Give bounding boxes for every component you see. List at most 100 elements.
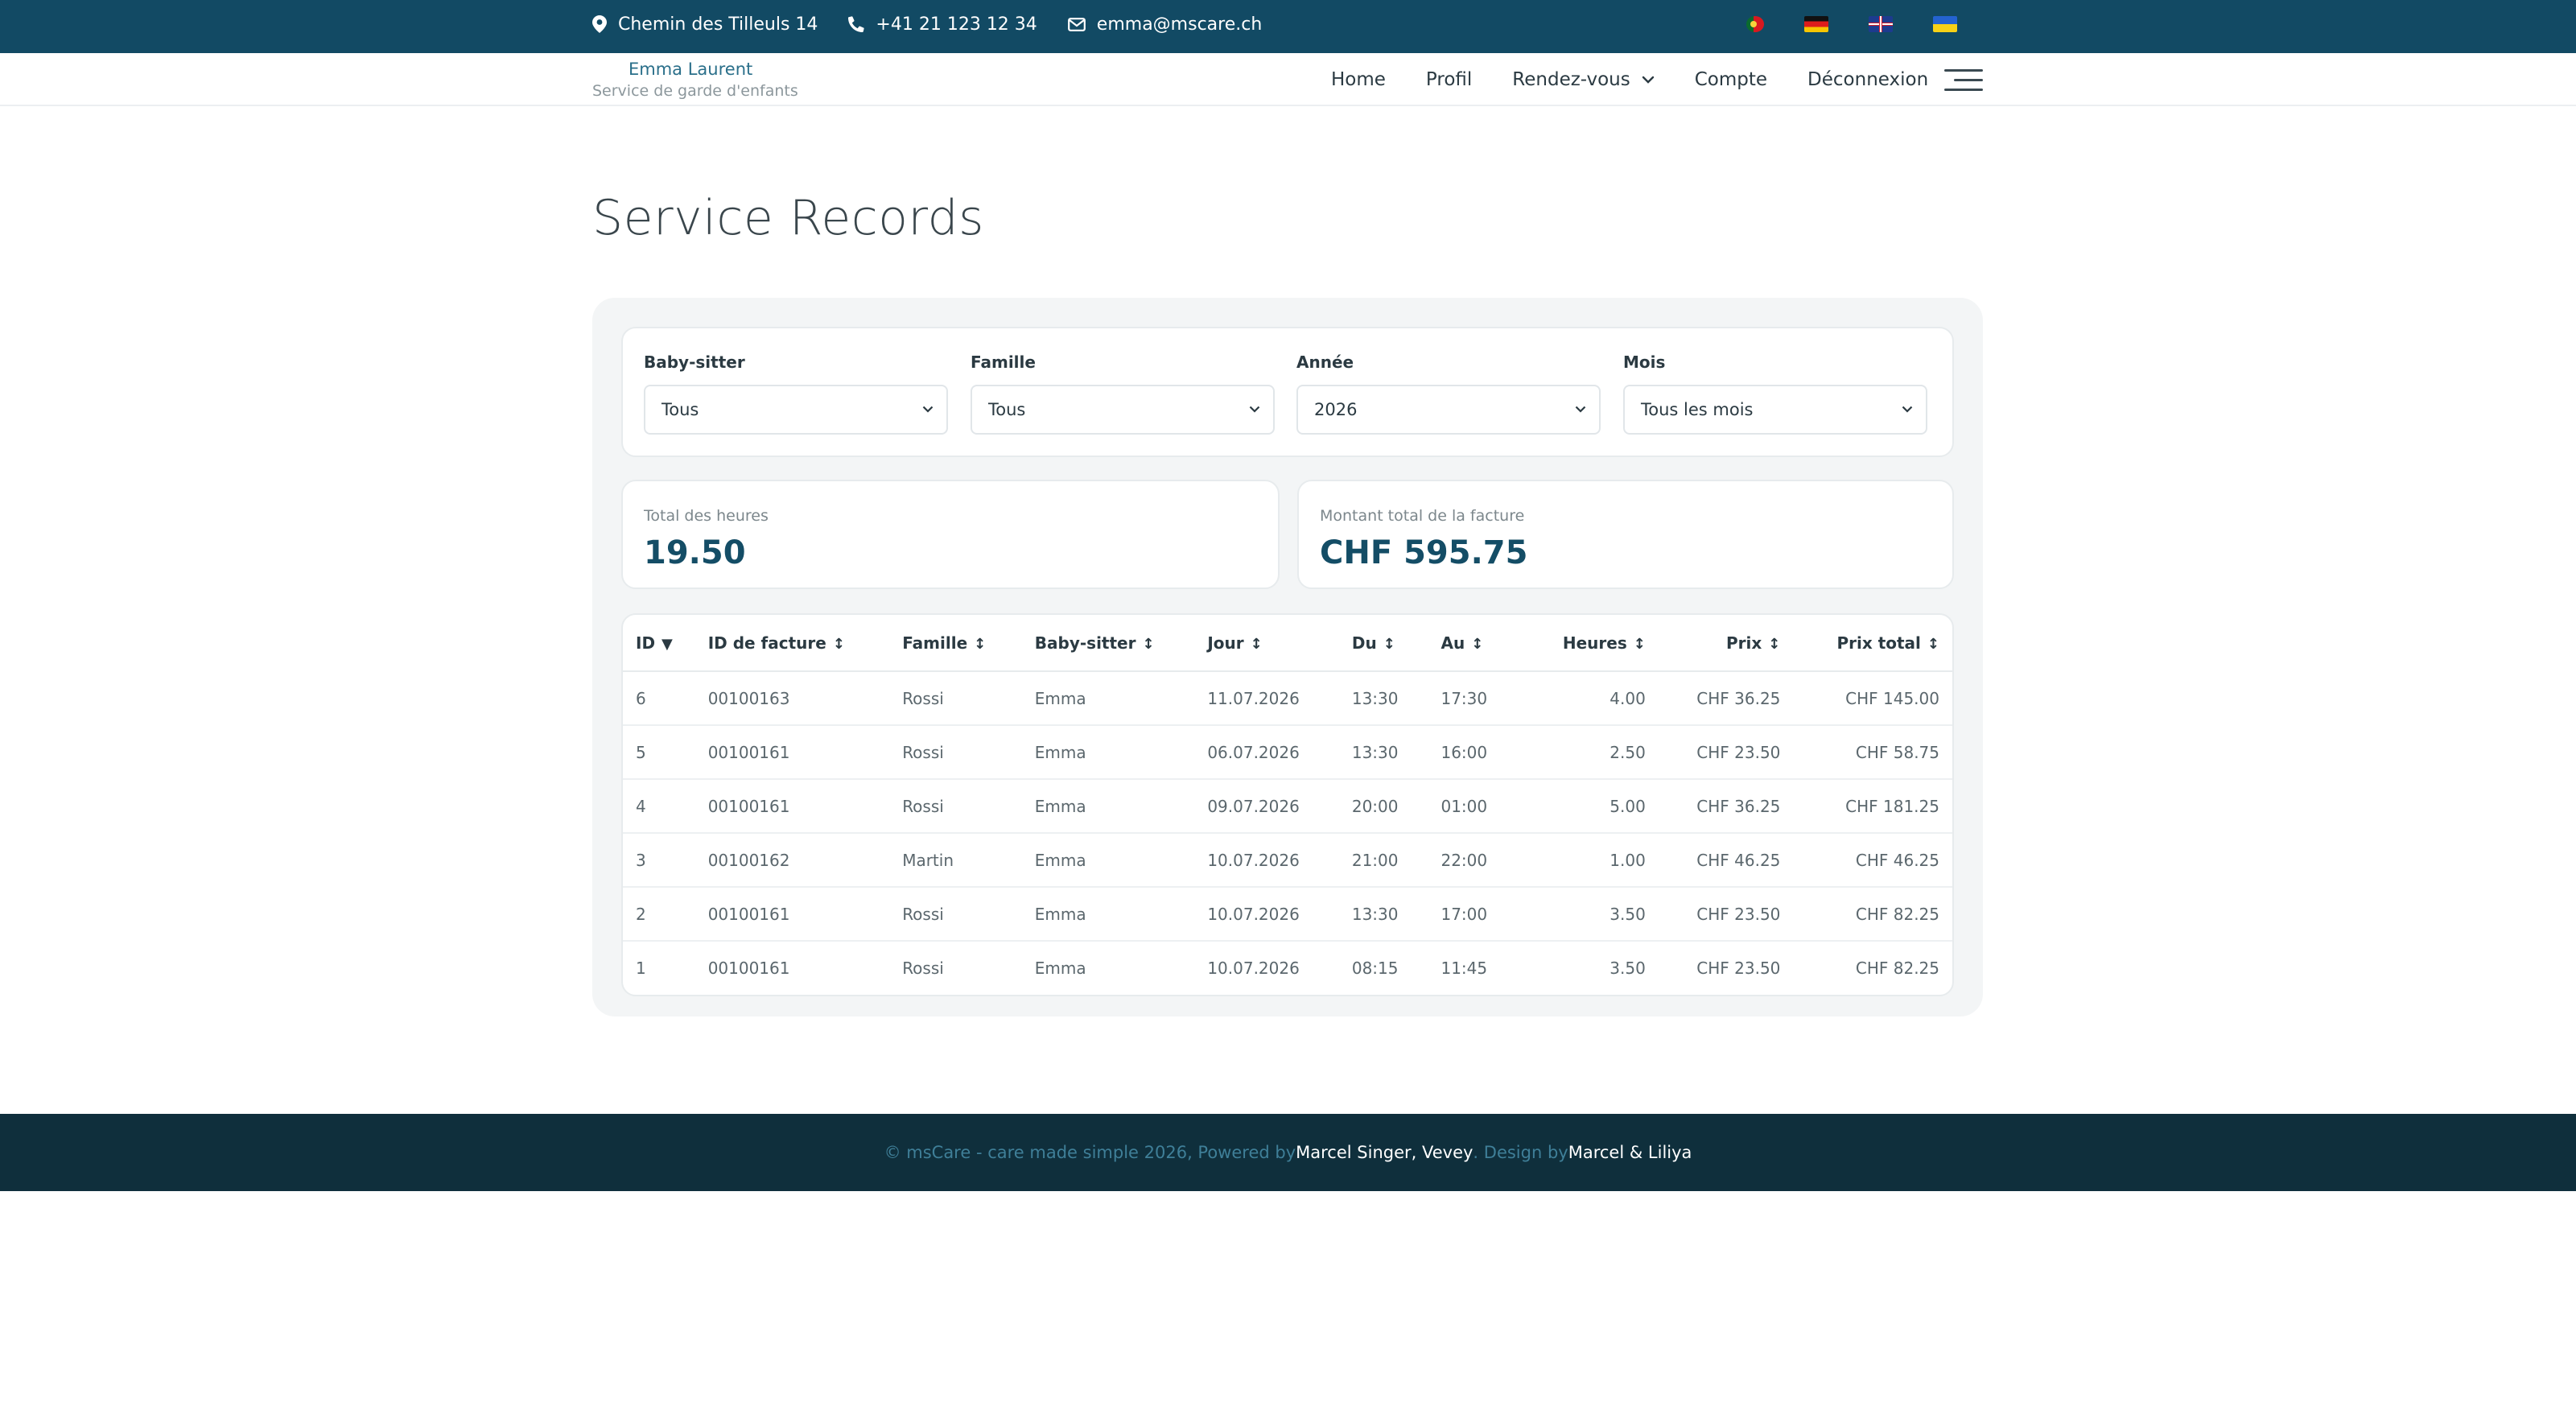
col-header-from[interactable]: Du ↕ [1352, 615, 1441, 671]
email-item[interactable]: emma@mscare.ch [1067, 14, 1262, 35]
cell-price: CHF 36.25 [1696, 688, 1781, 708]
col-header-hours[interactable]: Heures ↕ [1529, 615, 1646, 671]
brand[interactable]: Emma Laurent Service de garde d'enfants [592, 60, 798, 100]
brand-tagline: Service de garde d'enfants [592, 82, 798, 100]
cell-from: 13:30 [1351, 688, 1399, 708]
filter-month: Mois Tous les mois [1623, 353, 1927, 435]
page-title: Service Records [592, 190, 984, 246]
filter-babysitter: Baby-sitter Tous [644, 353, 948, 435]
top-bar: Chemin des Tilleuls 14 +41 21 123 12 34 … [0, 0, 2576, 53]
cell-day: 11.07.2026 [1207, 688, 1300, 708]
col-header-to[interactable]: Au ↕ [1440, 615, 1529, 671]
records-table: ID ▼ ID de facture ↕ Famille ↕ Baby-sitter ↕… [623, 615, 1952, 995]
footer-powered-by-link[interactable]: Marcel Singer, Vevey [1296, 1143, 1473, 1162]
cell-babysitter: Emma [1034, 850, 1086, 870]
col-header-day[interactable]: Jour ↕ [1207, 615, 1352, 671]
cell-from: 13:30 [1351, 904, 1399, 924]
year-select[interactable]: 2026 [1296, 385, 1601, 435]
cell-invoice: 00100161 [707, 742, 790, 762]
cell-price: CHF 23.50 [1696, 742, 1781, 762]
cell-day: 10.07.2026 [1207, 959, 1300, 978]
filter-year: Année 2026 [1296, 353, 1601, 435]
nav-appointments-label: Rendez-vous [1512, 69, 1630, 90]
table-header-row: ID ▼ ID de facture ↕ Famille ↕ Baby-sitter ↕… [623, 615, 1952, 671]
col-header-hours-label: Heures [1562, 633, 1627, 653]
footer-designer-link[interactable]: Marcel & Liliya [1568, 1143, 1692, 1162]
nav-appointments[interactable]: Rendez-vous [1512, 69, 1654, 90]
cell-id: 3 [636, 850, 646, 870]
table-row[interactable]: 3 00100162 Martin Emma 10.07.2026 21:00 … [623, 833, 1952, 887]
chevron-down-icon [922, 406, 934, 413]
phone-text[interactable]: +41 21 123 12 34 [876, 14, 1037, 35]
cell-babysitter: Emma [1034, 796, 1086, 816]
cell-family: Rossi [902, 796, 944, 816]
col-header-family[interactable]: Famille ↕ [902, 615, 1035, 671]
records-panel: Baby-sitter Tous Famille Tous Année 2026… [592, 298, 1983, 1016]
email-text[interactable]: emma@mscare.ch [1097, 14, 1262, 35]
hamburger-menu-icon[interactable] [1944, 68, 1983, 93]
table-row[interactable]: 1 00100161 Rossi Emma 10.07.2026 08:15 1… [623, 941, 1952, 995]
month-select[interactable]: Tous les mois [1623, 385, 1927, 435]
flag-ukraine-icon[interactable] [1933, 16, 1957, 32]
cell-price: CHF 23.50 [1696, 904, 1781, 924]
nav-logout[interactable]: Déconnexion [1807, 69, 1928, 90]
cell-family: Rossi [902, 904, 944, 924]
col-header-id[interactable]: ID ▼ [623, 615, 708, 671]
total-amount-label: Montant total de la facture [1320, 507, 1525, 525]
cell-invoice: 00100163 [707, 688, 790, 708]
chevron-down-icon [1249, 406, 1260, 413]
col-header-price[interactable]: Prix ↕ [1646, 615, 1781, 671]
cell-hours: 3.50 [1609, 959, 1646, 978]
table-row[interactable]: 5 00100161 Rossi Emma 06.07.2026 13:30 1… [623, 725, 1952, 779]
total-hours-card: Total des heures 19.50 [621, 480, 1280, 589]
table-row[interactable]: 6 00100163 Rossi Emma 11.07.2026 13:30 1… [623, 671, 1952, 725]
phone-item[interactable]: +41 21 123 12 34 [848, 14, 1037, 35]
cell-family: Martin [902, 850, 954, 870]
cell-price: CHF 36.25 [1696, 796, 1781, 816]
brand-name[interactable]: Emma Laurent [629, 60, 798, 79]
table-row[interactable]: 4 00100161 Rossi Emma 09.07.2026 20:00 0… [623, 779, 1952, 833]
address-item: Chemin des Tilleuls 14 [592, 14, 818, 35]
family-select[interactable]: Tous [971, 385, 1275, 435]
flag-portugal-icon[interactable] [1746, 16, 1764, 32]
nav-menu: Home Profil Rendez-vous Compte Déconnexi… [1331, 53, 1968, 106]
sort-desc-icon: ▼ [662, 635, 673, 653]
babysitter-select[interactable]: Tous [644, 385, 948, 435]
cell-total: CHF 145.00 [1845, 688, 1939, 708]
cell-invoice: 00100161 [707, 796, 790, 816]
chevron-down-icon [1902, 406, 1913, 413]
phone-icon [848, 16, 865, 32]
filters-card: Baby-sitter Tous Famille Tous Année 2026… [621, 327, 1954, 457]
nav-account[interactable]: Compte [1695, 69, 1767, 90]
cell-id: 5 [636, 742, 646, 762]
cell-total: CHF 58.75 [1855, 742, 1939, 762]
table-row[interactable]: 2 00100161 Rossi Emma 10.07.2026 13:30 1… [623, 887, 1952, 941]
col-header-invoice[interactable]: ID de facture ↕ [708, 615, 903, 671]
nav-profile[interactable]: Profil [1426, 69, 1472, 90]
cell-invoice: 00100161 [707, 904, 790, 924]
family-select-value: Tous [988, 400, 1026, 419]
cell-hours: 5.00 [1609, 796, 1646, 816]
col-header-total[interactable]: Prix total ↕ [1780, 615, 1952, 671]
col-header-babysitter[interactable]: Baby-sitter ↕ [1035, 615, 1208, 671]
cell-to: 01:00 [1440, 796, 1488, 816]
map-pin-icon [592, 15, 607, 33]
col-header-to-label: Au [1440, 633, 1465, 653]
nav-home[interactable]: Home [1331, 69, 1386, 90]
flag-uk-icon[interactable] [1869, 16, 1893, 32]
cell-id: 2 [636, 904, 646, 924]
col-header-day-label: Jour [1207, 633, 1244, 653]
sort-icon: ↕ [1768, 635, 1781, 653]
flag-germany-icon[interactable] [1804, 16, 1828, 32]
cell-price: CHF 46.25 [1696, 850, 1781, 870]
cell-from: 13:30 [1351, 742, 1399, 762]
sort-icon: ↕ [974, 635, 987, 653]
total-amount-card: Montant total de la facture CHF 595.75 [1297, 480, 1954, 589]
babysitter-select-value: Tous [662, 400, 699, 419]
cell-babysitter: Emma [1034, 959, 1086, 978]
col-header-from-label: Du [1351, 633, 1377, 653]
cell-to: 22:00 [1440, 850, 1488, 870]
cell-family: Rossi [902, 688, 944, 708]
col-header-family-label: Famille [902, 633, 968, 653]
sort-icon: ↕ [1471, 635, 1484, 653]
